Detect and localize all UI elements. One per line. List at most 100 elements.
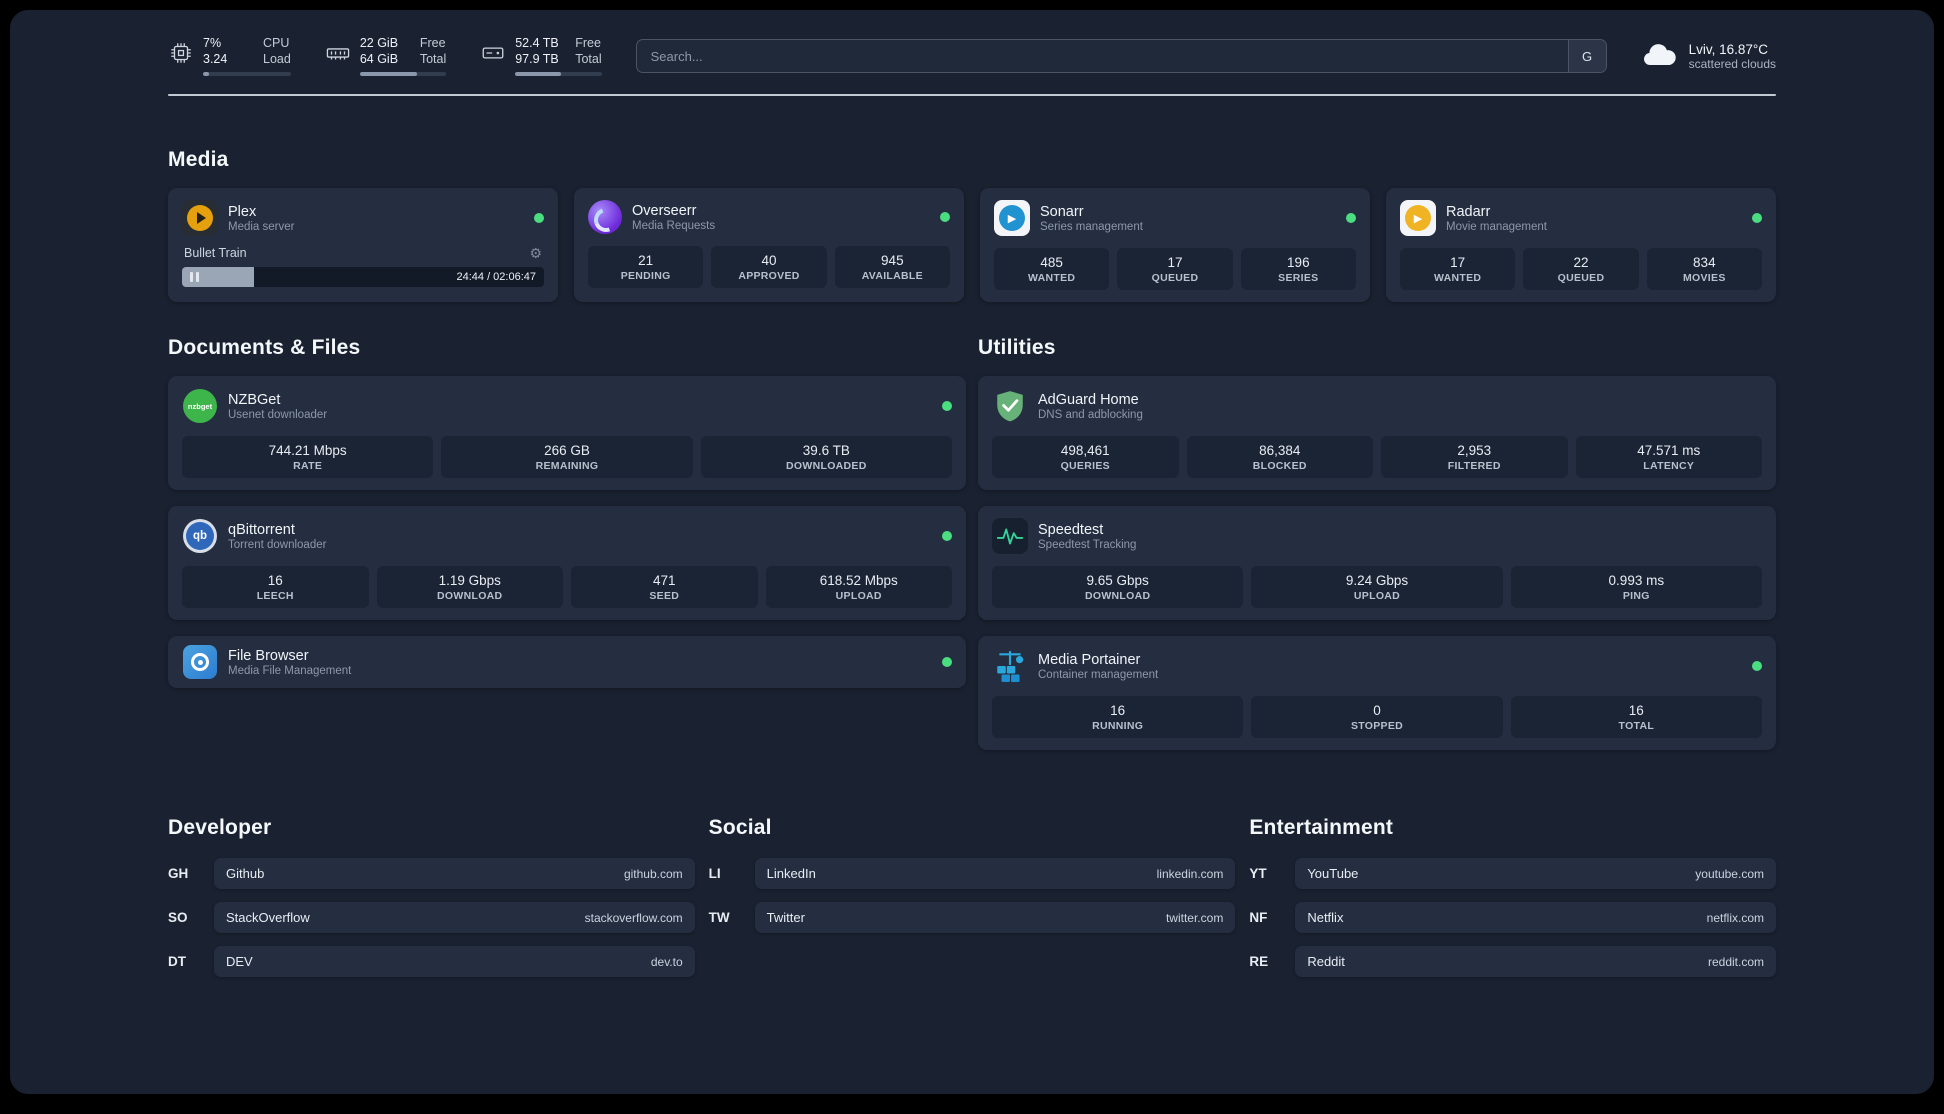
app-card-adguard[interactable]: AdGuard Home DNS and adblocking 498,461 Q…: [978, 376, 1776, 490]
stat-latency: 47.571 ms LATENCY: [1575, 436, 1762, 478]
app-desc: DNS and adblocking: [1038, 408, 1143, 421]
stat-queued: 22 QUEUED: [1523, 248, 1639, 290]
stat-remaining: 266 GB REMAINING: [441, 436, 693, 478]
app-card-sonarr[interactable]: ▶ Sonarr Series management 485 WANTED 17 Q…: [980, 188, 1370, 302]
app-name: NZBGet: [228, 391, 281, 408]
section-documents: Documents & Files nzbget NZBGet Usenet d…: [168, 336, 966, 688]
app-name: Sonarr: [1040, 203, 1084, 220]
bookmark-abbr: GH: [168, 866, 189, 881]
section-title-documents: Documents & Files: [168, 336, 361, 359]
portainer-icon: [992, 648, 1028, 684]
plex-icon: [182, 200, 218, 236]
stat-available: 945 AVAILABLE: [834, 246, 950, 288]
section-title-media: Media: [168, 148, 229, 171]
bookmark-dev: DT DEV dev.to: [168, 946, 695, 977]
app-card-portainer[interactable]: Media Portainer Container management 16 R…: [978, 636, 1776, 750]
gear-icon[interactable]: ⚙: [529, 246, 542, 260]
search-bar: G: [635, 39, 1607, 73]
topbar: 7% 3.24 CPU Load 22 GiB 64 GiB Free Tota…: [168, 10, 1776, 76]
app-desc: Media File Management: [228, 664, 352, 677]
ram-progress-bar: [359, 72, 447, 76]
app-name: Speedtest: [1038, 521, 1104, 538]
bookmark-link[interactable]: DEV dev.to: [214, 946, 695, 977]
stat-upload: 9.24 Gbps UPLOAD: [1251, 566, 1503, 608]
section-title-utilities: Utilities: [978, 336, 1056, 359]
app-card-speedtest[interactable]: Speedtest Speedtest Tracking 9.65 Gbps DO…: [978, 506, 1776, 620]
status-dot: [940, 212, 950, 222]
stat-leech: 16 LEECH: [182, 566, 369, 608]
app-card-qbittorrent[interactable]: qb qBittorrent Torrent downloader 16 LEEC…: [168, 506, 966, 620]
overseerr-icon: [588, 200, 622, 234]
bookmark-stackoverflow: SO StackOverflow stackoverflow.com: [168, 902, 695, 933]
section-title-developer: Developer: [168, 816, 272, 839]
cloud-icon: [1641, 40, 1679, 73]
weather-location: Lviv, 16.87°C: [1688, 41, 1769, 57]
app-desc: Media Requests: [632, 219, 716, 232]
ram-free-label: Free: [419, 36, 446, 50]
bookmark-abbr: LI: [708, 866, 721, 881]
bookmark-abbr: TW: [708, 910, 730, 925]
stat-rate: 744.21 Mbps RATE: [182, 436, 434, 478]
app-desc: Media server: [228, 220, 295, 233]
stat-download: 9.65 Gbps DOWNLOAD: [992, 566, 1244, 608]
disk-icon: [480, 40, 506, 66]
bookmark-link[interactable]: Reddit reddit.com: [1295, 946, 1776, 977]
qbittorrent-icon: qb: [182, 518, 218, 554]
stat-ping: 0.993 ms PING: [1510, 566, 1762, 608]
speedtest-icon: [992, 518, 1028, 554]
app-card-overseerr[interactable]: Overseerr Media Requests 21 PENDING 40 APP…: [574, 188, 964, 302]
app-card-filebrowser[interactable]: File Browser Media File Management: [168, 636, 966, 688]
pause-icon[interactable]: [190, 272, 199, 282]
nzbget-icon: nzbget: [182, 388, 218, 424]
app-desc: Speedtest Tracking: [1038, 538, 1137, 551]
section-entertainment: Entertainment YT YouTube youtube.com NF …: [1249, 816, 1776, 977]
disk-progress-bar: [515, 72, 602, 76]
bookmark-github: GH Github github.com: [168, 858, 695, 889]
cpu-load-value: 3.24: [203, 52, 228, 66]
section-utilities: Utilities AdGuard Home DNS and adblockin…: [978, 336, 1776, 750]
app-desc: Container management: [1038, 668, 1159, 681]
sonarr-icon: ▶: [994, 200, 1030, 236]
bookmark-youtube: YT YouTube youtube.com: [1249, 858, 1776, 889]
stat-wanted: 485 WANTED: [994, 248, 1110, 290]
playback-progress: 24:44 / 02:06:47: [182, 267, 544, 287]
bookmark-abbr: RE: [1249, 954, 1269, 969]
app-card-nzbget[interactable]: nzbget NZBGet Usenet downloader 744.21 M…: [168, 376, 966, 490]
section-title-social: Social: [708, 816, 772, 839]
bookmark-link[interactable]: LinkedIn linkedin.com: [754, 858, 1236, 889]
bookmark-link[interactable]: YouTube youtube.com: [1295, 858, 1776, 889]
app-card-plex[interactable]: Plex Media server Bullet Train ⚙ 24:44 /…: [168, 188, 558, 302]
bookmark-link[interactable]: Netflix netflix.com: [1295, 902, 1776, 933]
stat-movies: 834 MOVIES: [1646, 248, 1762, 290]
bookmark-abbr: NF: [1249, 910, 1268, 925]
section-title-entertainment: Entertainment: [1249, 816, 1394, 839]
bookmark-abbr: DT: [168, 954, 186, 969]
filebrowser-icon: [182, 644, 218, 680]
weather-condition: scattered clouds: [1688, 56, 1776, 71]
stat-stopped: 0 STOPPED: [1251, 696, 1503, 738]
bookmark-link[interactable]: Twitter twitter.com: [754, 902, 1236, 933]
stat-running: 16 RUNNING: [992, 696, 1244, 738]
disk-free-value: 52.4 TB: [515, 36, 559, 50]
app-card-radarr[interactable]: ▶ Radarr Movie management 17 WANTED 22 QUE…: [1386, 188, 1776, 302]
bookmark-reddit: RE Reddit reddit.com: [1249, 946, 1776, 977]
stat-approved: 40 APPROVED: [711, 246, 827, 288]
now-playing-title: Bullet Train: [184, 246, 247, 260]
status-dot: [1346, 213, 1356, 223]
bookmark-link[interactable]: Github github.com: [214, 858, 695, 889]
stat-pending: 21 PENDING: [588, 246, 704, 288]
bookmark-twitter: TW Twitter twitter.com: [709, 902, 1236, 933]
search-provider-button[interactable]: G: [1567, 40, 1606, 72]
app-name: Radarr: [1446, 203, 1491, 220]
search-input[interactable]: [636, 40, 1568, 72]
ram-icon: [325, 40, 351, 66]
section-media: Media Plex Media server Bullet Train ⚙ 2…: [168, 148, 1776, 302]
stat-blocked: 86,384 BLOCKED: [1186, 436, 1373, 478]
stat-total: 16 TOTAL: [1510, 696, 1762, 738]
disk-total-label: Total: [575, 52, 602, 66]
app-name: AdGuard Home: [1038, 391, 1139, 408]
app-name: qBittorrent: [228, 521, 295, 538]
status-dot: [534, 213, 544, 223]
disk-free-label: Free: [575, 36, 601, 50]
bookmark-link[interactable]: StackOverflow stackoverflow.com: [214, 902, 695, 933]
